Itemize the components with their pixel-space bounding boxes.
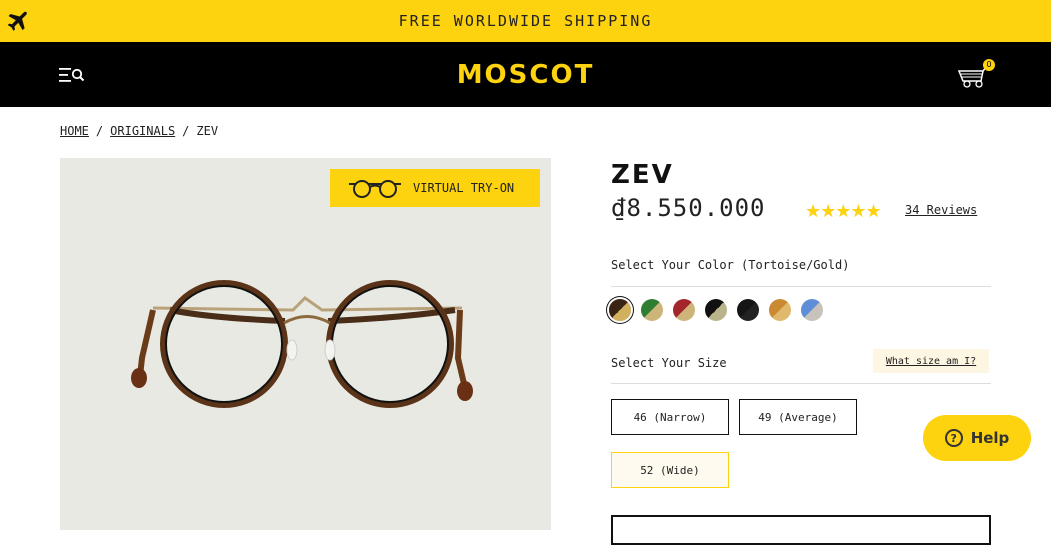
virtual-try-on-label: VIRTUAL TRY-ON (413, 181, 515, 195)
color-label: Select Your Color (Tortoise/Gold) (611, 258, 850, 272)
color-swatch[interactable] (737, 299, 759, 321)
reviews-link[interactable]: 34 Reviews (905, 203, 977, 217)
breadcrumb-originals[interactable]: ORIGINALS (110, 124, 175, 138)
size-option-49[interactable]: 49 (Average) (739, 399, 857, 435)
logo[interactable]: MOSCOT (457, 60, 595, 90)
color-swatches (609, 299, 833, 321)
glasses-image (131, 280, 473, 408)
menu-search-icon[interactable] (59, 66, 85, 84)
color-swatch[interactable] (705, 299, 727, 321)
product-image[interactable]: VIRTUAL TRY-ON (60, 158, 551, 530)
airplane-icon (7, 11, 27, 31)
banner-text: FREE WORLDWIDE SHIPPING (398, 12, 653, 30)
size-label: Select Your Size (611, 356, 727, 370)
divider (611, 383, 991, 384)
size-guide-link[interactable]: What size am I? (873, 349, 989, 373)
glasses-icon (349, 180, 401, 198)
add-to-cart-button[interactable] (611, 515, 991, 545)
shipping-banner: FREE WORLDWIDE SHIPPING (0, 0, 1051, 42)
rating-stars: ★★★★★ (805, 201, 882, 222)
divider (611, 286, 991, 287)
product-title: ZEV (611, 160, 674, 190)
site-header: MOSCOT 0 (0, 42, 1051, 107)
breadcrumb-separator: / (182, 124, 190, 138)
breadcrumb-current: ZEV (196, 124, 219, 138)
help-button[interactable]: ? Help (923, 415, 1031, 461)
breadcrumb-home[interactable]: HOME (60, 124, 89, 138)
breadcrumb: HOME / ORIGINALS / ZEV (60, 124, 218, 138)
color-swatch[interactable] (641, 299, 663, 321)
color-swatch[interactable] (609, 299, 631, 321)
size-option-52[interactable]: 52 (Wide) (611, 452, 729, 488)
color-swatch[interactable] (801, 299, 823, 321)
virtual-try-on-button[interactable]: VIRTUAL TRY-ON (330, 169, 540, 207)
color-swatch[interactable] (769, 299, 791, 321)
breadcrumb-separator: / (95, 124, 104, 138)
question-icon: ? (944, 429, 963, 447)
help-label: Help (970, 429, 1010, 447)
size-option-46[interactable]: 46 (Narrow) (611, 399, 729, 435)
product-price: ₫8.550.000 (611, 194, 766, 222)
color-swatch[interactable] (673, 299, 695, 321)
cart-count-badge: 0 (983, 59, 995, 71)
